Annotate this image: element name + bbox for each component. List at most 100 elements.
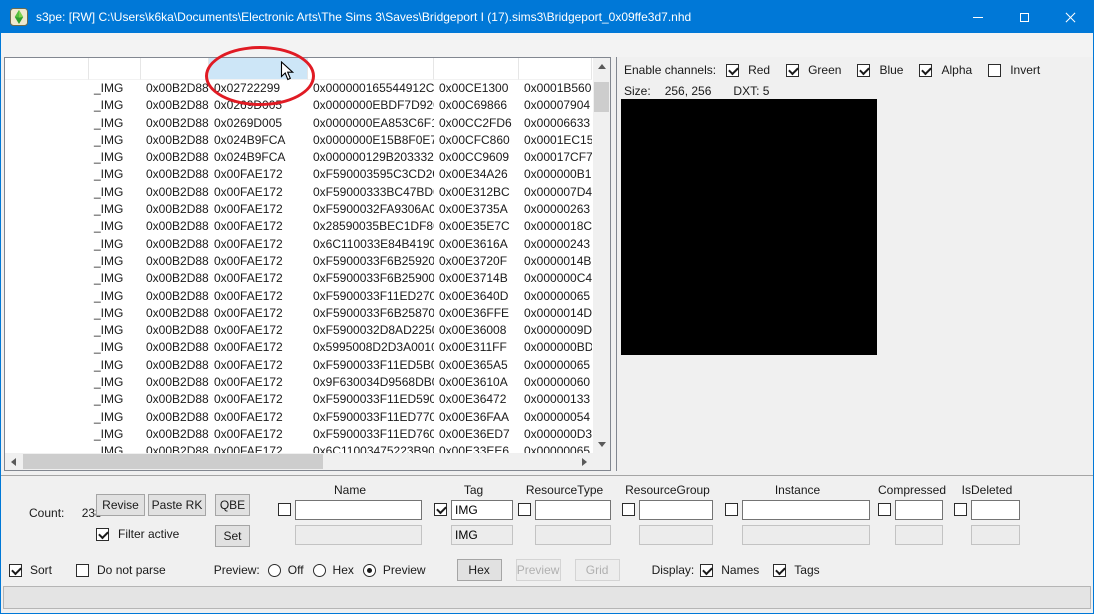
- channel-checkbox[interactable]: Invert: [988, 63, 1040, 77]
- table-row[interactable]: _IMG 0x00B2D882 0x00FAE172 0xF5900032FA9…: [5, 201, 593, 218]
- table-row[interactable]: _IMG 0x00B2D882 0x00FAE172 0x28590035BEC…: [5, 218, 593, 235]
- filter-field-checkbox[interactable]: [878, 503, 891, 516]
- cell-group: 0x00FAE172: [214, 340, 283, 355]
- do-not-parse-checkbox[interactable]: Do not parse: [76, 563, 166, 577]
- menu-item[interactable]: [87, 33, 107, 57]
- preview-mode-radio[interactable]: Off: [267, 563, 304, 577]
- scroll-left-icon[interactable]: [5, 453, 22, 470]
- hex-button[interactable]: Hex: [456, 559, 502, 581]
- filter-field-input[interactable]: [535, 499, 611, 520]
- column-header[interactable]: [308, 58, 434, 80]
- display-names-checkbox[interactable]: Names: [700, 563, 759, 577]
- preview-mode-radio-input[interactable]: [312, 563, 326, 577]
- table-row[interactable]: _IMG 0x00B2D882 0x02722299 0x00000016554…: [5, 80, 593, 97]
- table-row[interactable]: _IMG 0x00B2D882 0x0269D005 0x0000000EBDF…: [5, 97, 593, 114]
- display-names-checkbox-input[interactable]: [700, 563, 714, 577]
- display-tags-checkbox-input[interactable]: [773, 563, 787, 577]
- cell-name: [5, 80, 89, 97]
- table-row[interactable]: _IMG 0x00B2D882 0x00FAE172 0xF590003595C…: [5, 166, 593, 183]
- channel-checkbox-input[interactable]: [988, 63, 1002, 77]
- filter-field-input[interactable]: [639, 499, 713, 520]
- table-row[interactable]: _IMG 0x00B2D882 0x00FAE172 0xF5900033F6B…: [5, 253, 593, 270]
- preview-mode-radio[interactable]: Preview: [362, 563, 426, 577]
- table-row[interactable]: _IMG 0x00B2D882 0x00FAE172 0xF59000333BC…: [5, 184, 593, 201]
- column-header[interactable]: [141, 58, 209, 80]
- menu-item[interactable]: [27, 33, 47, 57]
- filter-field-checkbox[interactable]: [434, 503, 447, 516]
- cell-chunkoffset: 0x00CC2FD6: [439, 115, 512, 130]
- cell-chunkoffset: 0x00E3735A: [439, 202, 508, 217]
- cell-filesize: 0x000000B1: [524, 167, 592, 182]
- cell-group: 0x00FAE172: [214, 305, 283, 320]
- filter-field-checkbox[interactable]: [954, 503, 967, 516]
- scroll-up-icon[interactable]: [593, 58, 610, 75]
- vertical-scroll-thumb[interactable]: [594, 82, 609, 112]
- table-row[interactable]: _IMG 0x00B2D882 0x00FAE172 0xF5900032D8A…: [5, 322, 593, 339]
- table-row[interactable]: _IMG 0x00B2D882 0x00FAE172 0x5995008D2D3…: [5, 339, 593, 356]
- cell-tag: _IMG: [94, 305, 124, 320]
- column-header[interactable]: [519, 58, 592, 80]
- channel-checkbox-input[interactable]: [857, 63, 871, 77]
- grid-button[interactable]: Grid: [574, 559, 620, 581]
- preview-mode-radio[interactable]: Hex: [312, 563, 354, 577]
- menu-item[interactable]: [47, 33, 67, 57]
- table-row[interactable]: _IMG 0x00B2D882 0x00FAE172 0xF5900033F11…: [5, 409, 593, 426]
- table-row[interactable]: _IMG 0x00B2D882 0x00FAE172 0xF5900033F11…: [5, 391, 593, 408]
- filter-field-checkbox[interactable]: [518, 503, 531, 516]
- channel-checkbox-input[interactable]: [726, 63, 740, 77]
- cell-name: [5, 166, 89, 183]
- preview-button[interactable]: Preview: [515, 559, 561, 581]
- channel-checkbox[interactable]: Red: [726, 63, 770, 77]
- maximize-button[interactable]: [1001, 1, 1047, 33]
- table-row[interactable]: _IMG 0x00B2D882 0x00FAE172 0xF5900033F6B…: [5, 305, 593, 322]
- sort-checkbox[interactable]: Sort: [9, 563, 52, 577]
- table-row[interactable]: _IMG 0x00B2D882 0x00FAE172 0xF5900033F6B…: [5, 270, 593, 287]
- table-row[interactable]: _IMG 0x00B2D882 0x00FAE172 0xF5900033F11…: [5, 426, 593, 443]
- scroll-right-icon[interactable]: [576, 453, 593, 470]
- preview-mode-radio-input[interactable]: [267, 563, 281, 577]
- filter-field-input[interactable]: [971, 499, 1020, 520]
- preview-mode-radio-input[interactable]: [362, 563, 376, 577]
- table-row[interactable]: _IMG 0x00B2D882 0x024B9FCA 0x000000129B2…: [5, 149, 593, 166]
- texture-preview-image: [621, 99, 877, 355]
- cell-name: [5, 253, 89, 270]
- filter-field-checkbox[interactable]: [278, 503, 291, 516]
- channel-checkbox-input[interactable]: [786, 63, 800, 77]
- channel-checkbox[interactable]: Green: [786, 63, 841, 77]
- filter-field-checkbox[interactable]: [622, 503, 635, 516]
- close-button[interactable]: [1047, 1, 1093, 33]
- channel-checkbox[interactable]: Alpha: [919, 63, 972, 77]
- do-not-parse-checkbox-input[interactable]: [76, 563, 90, 577]
- sort-checkbox-input[interactable]: [9, 563, 22, 577]
- table-row[interactable]: _IMG 0x00B2D882 0x00FAE172 0xF5900033F11…: [5, 288, 593, 305]
- table-row[interactable]: _IMG 0x00B2D882 0x0269D005 0x0000000EA85…: [5, 115, 593, 132]
- vertical-scrollbar[interactable]: [593, 58, 610, 453]
- menu-item[interactable]: [107, 33, 127, 57]
- table-row[interactable]: _IMG 0x00B2D882 0x00FAE172 0x6C110034752…: [5, 443, 593, 453]
- filter-field-input[interactable]: [451, 499, 513, 520]
- display-tags-checkbox[interactable]: Tags: [773, 563, 820, 577]
- filter-field-checkbox[interactable]: [725, 503, 738, 516]
- horizontal-scroll-thumb[interactable]: [23, 454, 323, 469]
- menu-item[interactable]: [67, 33, 87, 57]
- horizontal-scrollbar[interactable]: [5, 453, 593, 470]
- minimize-button[interactable]: [955, 1, 1001, 33]
- column-header[interactable]: [89, 58, 141, 80]
- table-row[interactable]: _IMG 0x00B2D882 0x00FAE172 0x6C110033E84…: [5, 236, 593, 253]
- table-row[interactable]: _IMG 0x00B2D882 0x024B9FCA 0x0000000E15B…: [5, 132, 593, 149]
- channel-checkbox[interactable]: Blue: [857, 63, 903, 77]
- filter-field-input[interactable]: [895, 499, 943, 520]
- channel-checkbox-input[interactable]: [919, 63, 933, 77]
- column-header[interactable]: [434, 58, 519, 80]
- scroll-down-icon[interactable]: [593, 436, 610, 453]
- cell-instance: 0xF5900033F6B25900: [313, 271, 434, 286]
- table-row[interactable]: _IMG 0x00B2D882 0x00FAE172 0xF5900033F11…: [5, 357, 593, 374]
- column-header[interactable]: [5, 58, 89, 80]
- table-row[interactable]: _IMG 0x00B2D882 0x00FAE172 0x9F630034D95…: [5, 374, 593, 391]
- menu-item[interactable]: [7, 33, 27, 57]
- filter-field-input[interactable]: [295, 499, 422, 520]
- cell-tag: _IMG: [94, 392, 124, 407]
- column-header[interactable]: [209, 58, 308, 80]
- cell-instance: 0x0000000EBDF7D920: [313, 98, 434, 113]
- filter-field-input[interactable]: [742, 499, 870, 520]
